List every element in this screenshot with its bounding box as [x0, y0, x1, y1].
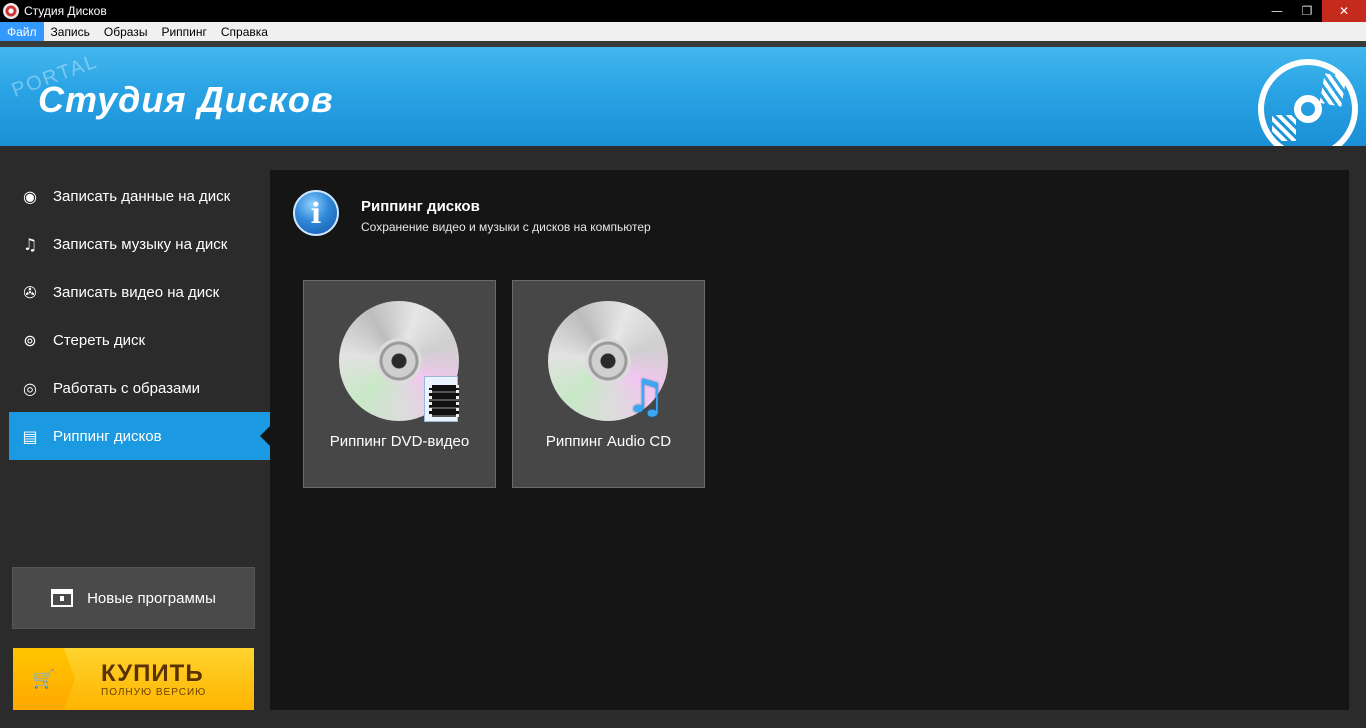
music-note-icon: ♫: [22, 234, 38, 254]
new-programs-button[interactable]: Новые программы: [12, 567, 255, 629]
music-note-badge-icon: ♫: [625, 369, 667, 423]
film-icon: [424, 376, 459, 422]
sidebar-item-label: Записать музыку на диск: [53, 235, 228, 253]
sidebar-item-ripping[interactable]: ▤ Риппинг дисков: [9, 412, 271, 460]
sidebar-item-label: Риппинг дисков: [53, 427, 162, 445]
menu-file[interactable]: Файл: [0, 22, 44, 41]
box-icon: [51, 589, 74, 607]
new-programs-label: Новые программы: [87, 589, 216, 607]
menu-record[interactable]: Запись: [44, 22, 97, 41]
section-subtitle: Сохранение видео и музыки с дисков на ко…: [361, 220, 651, 234]
menu-bar: Файл Запись Образы Риппинг Справка: [0, 22, 1366, 41]
app-disc-icon: [3, 3, 19, 19]
sidebar-item-label: Записать данные на диск: [53, 187, 231, 205]
restore-icon[interactable]: ❐: [1292, 0, 1322, 22]
sd-card-icon: ▤: [22, 426, 38, 446]
buy-full-version-button[interactable]: 🛒 КУПИТЬ ПОЛНУЮ ВЕРСИЮ: [13, 648, 254, 710]
film-reel-icon: ✇: [23, 282, 37, 302]
sidebar-item-burn-music[interactable]: ♫ Записать музыку на диск: [9, 220, 270, 268]
minimize-icon[interactable]: —: [1262, 0, 1292, 22]
close-icon[interactable]: ✕: [1322, 0, 1366, 22]
menu-ripping[interactable]: Риппинг: [154, 22, 213, 41]
cart-icon: 🛒: [32, 668, 56, 690]
sidebar-item-label: Работать с образами: [53, 379, 201, 397]
main-panel: i Риппинг дисков Сохранение видео и музы…: [270, 170, 1349, 710]
sidebar-item-label: Стереть диск: [53, 331, 146, 349]
sidebar-item-erase-disc[interactable]: ⊚ Стереть диск: [9, 316, 270, 364]
eye-icon: ◎: [23, 378, 37, 398]
erase-disc-icon: ⊚: [23, 330, 37, 350]
sidebar-item-images[interactable]: ◎ Работать с образами: [9, 364, 270, 412]
sidebar-item-burn-data[interactable]: ◉ Записать данные на диск: [9, 172, 270, 220]
tile-label: Риппинг DVD-видео: [329, 433, 470, 450]
disc-icon: ◉: [23, 186, 37, 206]
window-title: Студия Дисков: [24, 4, 107, 18]
sidebar-item-burn-video[interactable]: ✇ Записать видео на диск: [9, 268, 270, 316]
title-bar: Студия Дисков — ❐ ✕: [0, 0, 1366, 22]
app-title: Студия Дисков: [38, 79, 334, 120]
rip-dvd-video-tile[interactable]: Риппинг DVD-видео: [303, 280, 496, 488]
buy-texts: КУПИТЬ ПОЛНУЮ ВЕРСИЮ: [101, 660, 206, 698]
sidebar-nav: ◉ Записать данные на диск ♫ Записать муз…: [9, 172, 271, 460]
info-icon: i: [293, 190, 339, 236]
header-banner: PORTAL Студия Дисков: [0, 41, 1366, 146]
section-title: Риппинг дисков: [361, 198, 480, 215]
buy-subtitle: ПОЛНУЮ ВЕРСИЮ: [101, 687, 207, 698]
rip-audio-cd-tile[interactable]: ♫ Риппинг Audio CD: [512, 280, 705, 488]
menu-help[interactable]: Справка: [214, 22, 275, 41]
sidebar-item-label: Записать видео на диск: [53, 283, 220, 301]
tile-label: Риппинг Audio CD: [545, 433, 672, 450]
sidebar: ◉ Записать данные на диск ♫ Записать муз…: [0, 146, 271, 728]
cart-icon-area: 🛒: [13, 648, 75, 710]
window-controls: — ❐ ✕: [1262, 0, 1366, 22]
buy-title: КУПИТЬ: [101, 660, 204, 687]
menu-images[interactable]: Образы: [97, 22, 155, 41]
